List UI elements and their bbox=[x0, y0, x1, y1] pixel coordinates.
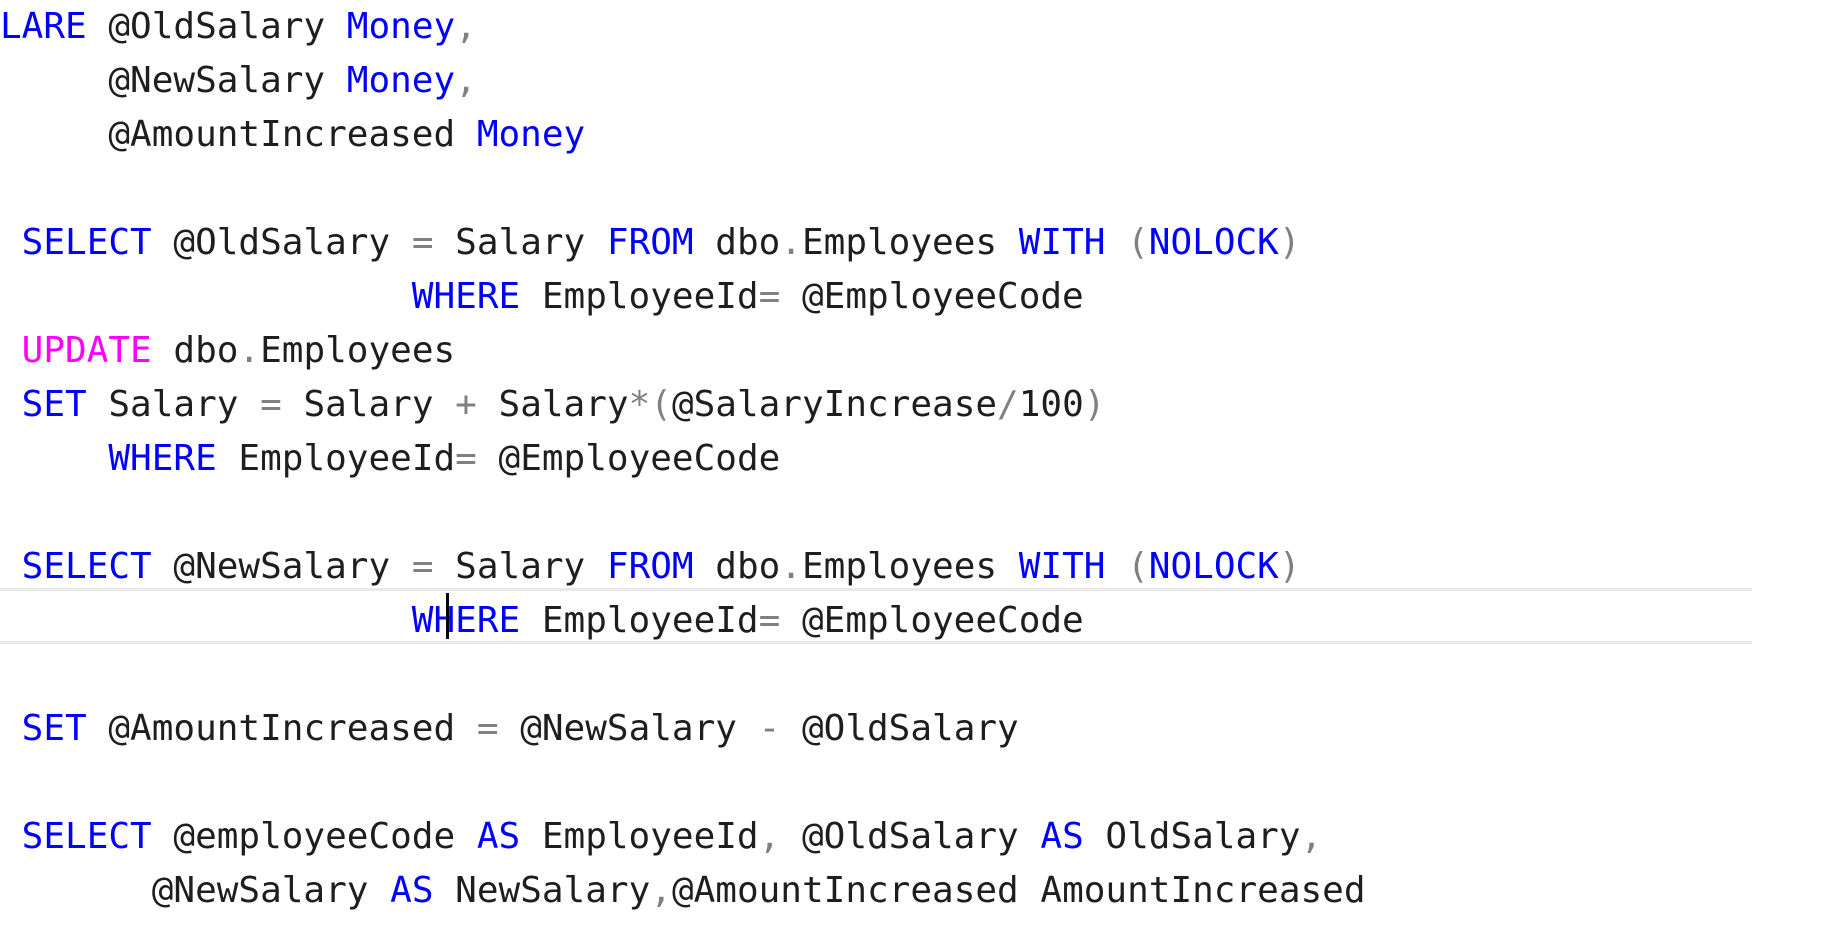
code-token: @AmountIncreased bbox=[0, 114, 477, 155]
code-token: @AmountIncreased bbox=[671, 870, 1041, 911]
code-line[interactable]: SET Salary = Salary + Salary*(@SalaryInc… bbox=[0, 378, 1106, 432]
code-token: *( bbox=[628, 384, 672, 425]
code-token: @NewSalary bbox=[0, 60, 347, 101]
code-token: WITH bbox=[1018, 546, 1128, 587]
code-token: ( bbox=[1127, 222, 1149, 263]
code-line[interactable]: UPDATE dbo.Employees bbox=[0, 324, 456, 378]
code-token: Employees bbox=[260, 330, 456, 371]
text-caret bbox=[446, 593, 449, 639]
code-token: SELECT bbox=[0, 222, 174, 263]
code-token: , bbox=[650, 870, 672, 911]
code-token: WITH bbox=[1018, 222, 1128, 263]
code-token: SET bbox=[0, 384, 109, 425]
code-token: @NewSalary bbox=[173, 546, 412, 587]
code-line[interactable]: WHERE EmployeeId= @EmployeeCode bbox=[0, 270, 1084, 324]
code-token: AS bbox=[476, 816, 542, 857]
code-token: , bbox=[758, 816, 802, 857]
code-token: , bbox=[455, 6, 477, 47]
code-token: Money bbox=[346, 60, 456, 101]
code-line[interactable]: WHERE EmployeeId= @EmployeeCode bbox=[0, 594, 1084, 648]
code-token: Money bbox=[476, 114, 586, 155]
code-token: @NewSalary bbox=[0, 870, 391, 911]
code-token: dbo bbox=[173, 330, 239, 371]
code-token: = bbox=[476, 708, 521, 749]
code-token: @EmployeeCode bbox=[498, 438, 781, 479]
code-token: SELECT bbox=[0, 546, 174, 587]
code-token: Salary bbox=[108, 384, 261, 425]
code-token: @OldSalary bbox=[173, 222, 412, 263]
code-token: , bbox=[455, 60, 477, 101]
code-token: = bbox=[260, 384, 304, 425]
code-token: - bbox=[758, 708, 802, 749]
code-token: = bbox=[758, 600, 802, 641]
code-token: AmountIncreased bbox=[1040, 870, 1366, 911]
code-token: Employees bbox=[801, 546, 1019, 587]
code-token: @EmployeeCode bbox=[801, 276, 1084, 317]
code-token: LARE bbox=[0, 6, 109, 47]
code-token: WHERE bbox=[0, 600, 542, 641]
code-token: @AmountIncreased bbox=[108, 708, 477, 749]
code-token: Salary bbox=[455, 546, 607, 587]
code-line[interactable]: @NewSalary AS NewSalary,@AmountIncreased… bbox=[0, 864, 1366, 918]
code-token: EmployeeId bbox=[238, 438, 456, 479]
code-token: @EmployeeCode bbox=[801, 600, 1084, 641]
code-token: UPDATE bbox=[0, 330, 174, 371]
code-token: Employees bbox=[801, 222, 1019, 263]
code-token: SELECT bbox=[0, 816, 174, 857]
code-token: Money bbox=[346, 6, 456, 47]
code-line[interactable]: SELECT @OldSalary = Salary FROM dbo.Empl… bbox=[0, 216, 1301, 270]
code-token: @OldSalary bbox=[801, 816, 1041, 857]
code-token: dbo bbox=[715, 546, 781, 587]
code-token: EmployeeId bbox=[541, 816, 759, 857]
code-token: FROM bbox=[606, 222, 716, 263]
code-token: dbo bbox=[715, 222, 781, 263]
code-token: EmployeeId bbox=[541, 276, 759, 317]
code-token: Salary bbox=[303, 384, 456, 425]
code-token: AS bbox=[390, 870, 456, 911]
code-token: . bbox=[780, 546, 802, 587]
sql-code-editor[interactable]: LARE @OldSalary Money, @NewSalary Money,… bbox=[0, 0, 1824, 926]
code-line[interactable]: SET @AmountIncreased = @NewSalary - @Old… bbox=[0, 702, 1019, 756]
code-token: AS bbox=[1040, 816, 1106, 857]
code-token: ) bbox=[1083, 384, 1106, 425]
code-line[interactable]: SELECT @employeeCode AS EmployeeId, @Old… bbox=[0, 810, 1323, 864]
code-token: NOLOCK bbox=[1148, 222, 1279, 263]
code-token: OldSalary bbox=[1105, 816, 1301, 857]
code-token: 100 bbox=[1018, 384, 1084, 425]
code-token: NOLOCK bbox=[1148, 546, 1279, 587]
code-token: = bbox=[758, 276, 802, 317]
code-token: Salary bbox=[498, 384, 629, 425]
code-token: @employeeCode bbox=[173, 816, 477, 857]
code-token: = bbox=[411, 546, 456, 587]
code-token: ) bbox=[1278, 546, 1301, 587]
code-token: = bbox=[455, 438, 499, 479]
code-token: . bbox=[238, 330, 261, 371]
code-token: EmployeeId bbox=[541, 600, 759, 641]
code-token: SET bbox=[0, 708, 109, 749]
code-line[interactable]: @NewSalary Money, bbox=[0, 54, 477, 108]
code-line[interactable]: LARE @OldSalary Money, bbox=[0, 0, 477, 54]
code-token: @OldSalary bbox=[108, 6, 347, 47]
code-token: / bbox=[997, 384, 1019, 425]
code-token: Salary bbox=[455, 222, 607, 263]
code-token: ( bbox=[1127, 546, 1149, 587]
code-token: . bbox=[780, 222, 802, 263]
code-token: WHERE bbox=[0, 438, 239, 479]
code-token: , bbox=[1300, 816, 1323, 857]
code-token: @OldSalary bbox=[801, 708, 1019, 749]
code-line[interactable]: WHERE EmployeeId= @EmployeeCode bbox=[0, 432, 780, 486]
code-token: @SalaryIncrease bbox=[671, 384, 998, 425]
code-line[interactable]: SELECT @NewSalary = Salary FROM dbo.Empl… bbox=[0, 540, 1301, 594]
code-line[interactable]: @AmountIncreased Money bbox=[0, 108, 585, 162]
code-token: ) bbox=[1278, 222, 1301, 263]
code-token: = bbox=[411, 222, 456, 263]
code-token: + bbox=[455, 384, 499, 425]
code-token: WHERE bbox=[0, 276, 542, 317]
code-token: FROM bbox=[606, 546, 716, 587]
code-token: @NewSalary bbox=[520, 708, 759, 749]
code-token: NewSalary bbox=[455, 870, 651, 911]
